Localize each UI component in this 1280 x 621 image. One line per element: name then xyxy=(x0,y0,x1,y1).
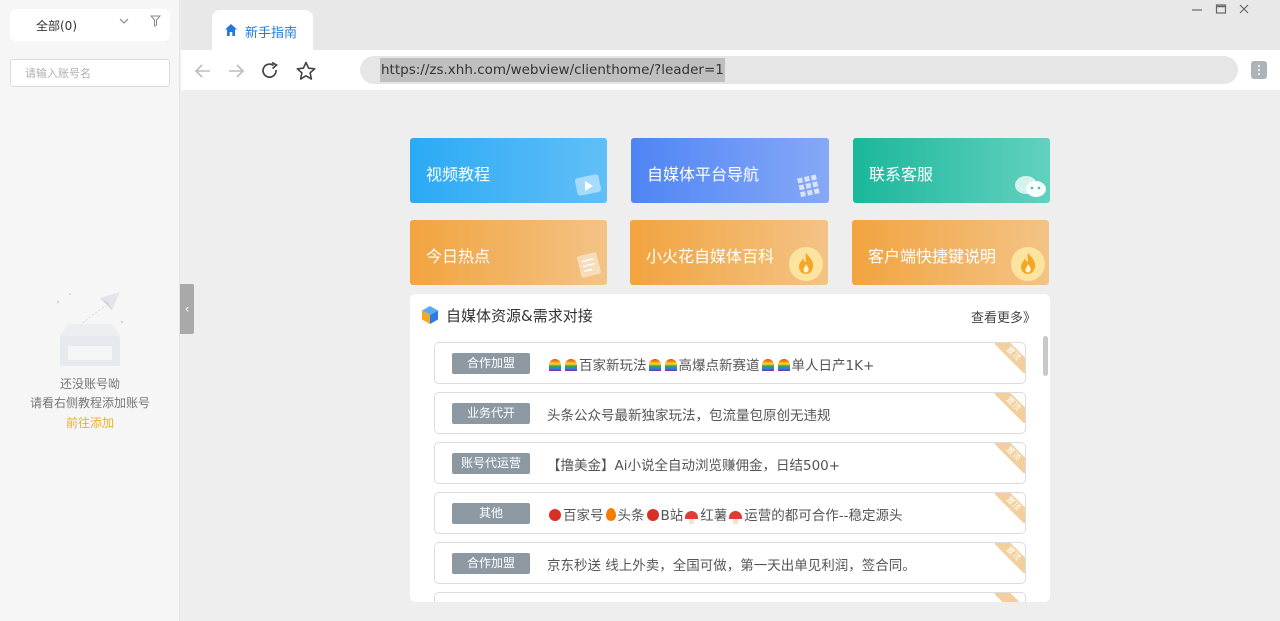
mushroom-icon xyxy=(685,511,699,524)
text-segment: 红薯 xyxy=(700,508,728,524)
add-account-link[interactable]: 前往添加 xyxy=(0,414,180,431)
text-segment: 百家新玩法 xyxy=(579,358,647,374)
resource-item[interactable]: 合作加盟 百家新玩法 高爆点新赛道 单人日产1K+ 置顶 xyxy=(434,342,1026,384)
url-input[interactable]: https://zs.xhh.com/webview/clienthome/?l… xyxy=(360,56,1238,84)
grid-icon xyxy=(795,172,825,203)
resource-text: 【撸美金】Ai小说全自动浏览赚佣金，日结500+ xyxy=(547,458,841,474)
panel-title: 自媒体资源&需求对接 xyxy=(446,307,593,325)
text-segment: 高爆点新赛道 xyxy=(678,358,760,374)
menu-dots-icon[interactable] xyxy=(1251,61,1267,79)
tab-bar xyxy=(181,0,1280,50)
resource-item[interactable]: 其他 百家号 头条 B站 红薯 运营的都可合作--稳定源头 置顶 xyxy=(434,492,1026,534)
card-label: 联系客服 xyxy=(869,165,934,184)
filter-label: 全部(0) xyxy=(36,19,77,33)
rainbow-icon xyxy=(549,359,561,371)
maximize-button[interactable] xyxy=(1213,3,1229,19)
card-spark-encyclopedia[interactable]: 小火花自媒体百科 xyxy=(630,220,828,285)
reload-icon[interactable] xyxy=(259,60,281,82)
pinned-ribbon: 置顶 xyxy=(995,343,1025,373)
rainbow-icon xyxy=(648,359,661,371)
category-badge: 其他 xyxy=(452,503,530,524)
flame-icon xyxy=(605,508,616,521)
account-search-input[interactable] xyxy=(10,59,170,87)
collapse-sidebar-button[interactable]: ‹ xyxy=(180,284,194,334)
star-icon[interactable] xyxy=(295,60,317,82)
card-today-hot[interactable]: 今日热点 xyxy=(410,220,607,285)
category-badge: 账号代运营 xyxy=(452,453,530,474)
forward-icon[interactable] xyxy=(225,60,247,82)
card-label: 小火花自媒体百科 xyxy=(646,247,775,266)
category-badge: 业务代开 xyxy=(452,403,530,424)
close-button[interactable] xyxy=(1236,3,1252,19)
rainbow-icon xyxy=(777,359,790,371)
card-label: 自媒体平台导航 xyxy=(647,165,760,184)
card-platform-navigation[interactable]: 自媒体平台导航 xyxy=(631,138,829,203)
resource-item[interactable]: 账号代运营 【撸美金】Ai小说全自动浏览赚佣金，日结500+ 置顶 xyxy=(434,442,1026,484)
chevron-down-icon xyxy=(118,15,130,31)
pinned-ribbon: 置顶 xyxy=(995,493,1025,523)
apple-icon xyxy=(549,509,561,521)
minimize-button[interactable] xyxy=(1189,3,1205,19)
pinned-ribbon: 置顶 xyxy=(995,393,1025,423)
resource-item[interactable]: 合作加盟 京东秒送 线上外卖，全国可做，第一天出单见利润，签合同。 置顶 xyxy=(434,542,1026,584)
tab-guide[interactable]: 新手指南 xyxy=(212,10,313,50)
pinned-ribbon xyxy=(995,593,1025,602)
back-icon[interactable] xyxy=(192,60,214,82)
card-shortcut-guide[interactable]: 客户端快捷键说明 xyxy=(852,220,1049,285)
text-segment: 头条 xyxy=(617,508,645,524)
card-customer-service[interactable]: 联系客服 xyxy=(853,138,1050,203)
resource-item[interactable]: 业务代开 头条公众号最新独家玩法，包流量包原创无违规 置顶 xyxy=(434,392,1026,434)
sort-filter-icon[interactable] xyxy=(149,15,162,30)
text-segment: B站 xyxy=(660,508,684,524)
category-badge: 合作加盟 xyxy=(452,353,530,374)
resource-text: 百家号 头条 B站 红薯 运营的都可合作--稳定源头 xyxy=(547,504,903,524)
mushroom-icon xyxy=(729,511,743,524)
chevron-left-icon: ‹ xyxy=(184,302,190,316)
card-label: 客户端快捷键说明 xyxy=(868,247,997,266)
empty-state-hint: 请看右侧教程添加账号 xyxy=(29,396,150,410)
home-icon xyxy=(224,22,238,36)
cube-icon xyxy=(420,305,440,325)
empty-inbox-illustration xyxy=(50,288,130,370)
card-video-tutorial[interactable]: 视频教程 xyxy=(410,138,607,203)
pinned-ribbon: 置顶 xyxy=(995,443,1025,473)
text-segment: 单人日产1K+ xyxy=(791,358,875,374)
view-more-link[interactable]: 查看更多》 xyxy=(971,307,1036,326)
resource-text: 头条公众号最新独家玩法，包流量包原创无违规 xyxy=(547,408,831,424)
fire-icon xyxy=(1010,246,1046,285)
text-segment: 百家号 xyxy=(563,508,604,524)
url-text: https://zs.xhh.com/webview/clienthome/?l… xyxy=(380,58,725,82)
resource-item-partial[interactable] xyxy=(434,592,1026,602)
category-badge: 合作加盟 xyxy=(452,553,530,574)
fire-icon xyxy=(788,246,824,285)
wechat-icon xyxy=(1013,172,1049,203)
resource-panel: 自媒体资源&需求对接 查看更多》 合作加盟 百家新玩法 高爆点新赛道 单人日产1K+… xyxy=(410,294,1050,602)
resource-text: 京东秒送 线上外卖，全国可做，第一天出单见利润，签合同。 xyxy=(547,558,916,574)
account-sidebar: 全部(0) 还没账号呦 请看右侧教程添加账号 前往添 xyxy=(0,0,180,621)
rainbow-icon xyxy=(761,359,774,371)
card-label: 视频教程 xyxy=(426,165,491,184)
scrollbar[interactable] xyxy=(1043,336,1048,376)
card-label: 今日热点 xyxy=(426,247,491,266)
account-filter-dropdown[interactable]: 全部(0) xyxy=(10,9,170,41)
empty-state-title: 还没账号呦 xyxy=(59,377,120,391)
apple-icon xyxy=(646,509,659,521)
play-icon xyxy=(574,170,604,202)
app-window: 全部(0) 还没账号呦 请看右侧教程添加账号 前往添 xyxy=(0,0,1280,621)
pinned-ribbon: 置顶 xyxy=(995,543,1025,573)
rainbow-icon xyxy=(664,359,677,371)
resource-text: 百家新玩法 高爆点新赛道 单人日产1K+ xyxy=(547,354,874,374)
tab-label: 新手指南 xyxy=(245,26,298,41)
document-icon xyxy=(574,250,604,284)
text-segment: 运营的都可合作--稳定源头 xyxy=(744,508,903,524)
rainbow-icon xyxy=(565,359,577,371)
